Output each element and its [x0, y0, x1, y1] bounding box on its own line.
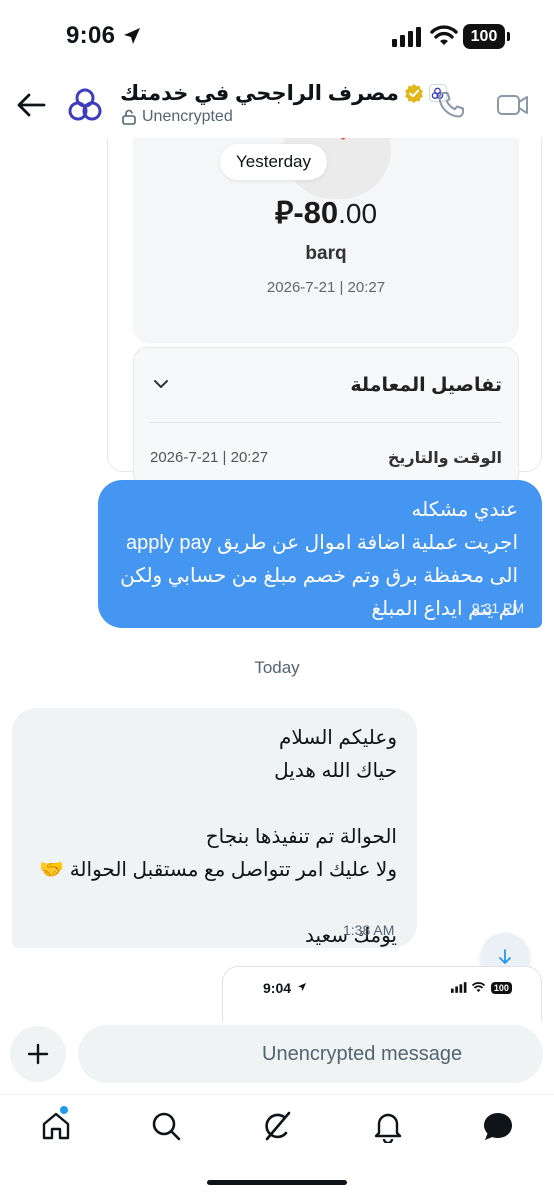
message-timestamp: 9:31 PM — [471, 600, 524, 616]
status-time: 9:06 — [66, 22, 116, 49]
message-line: حياك الله هديل — [274, 760, 397, 782]
phone-icon[interactable] — [436, 90, 466, 120]
transaction-date: 2026-7-21 | 20:27 — [266, 279, 386, 296]
message-timestamp: 1:38 AM — [343, 922, 395, 938]
preview-battery-level: 100 — [490, 981, 512, 994]
message-line — [12, 788, 397, 821]
chevron-down-icon[interactable] — [152, 378, 170, 390]
preview-signal-icon — [451, 982, 467, 994]
datetime-label: الوقت والتاريخ — [387, 450, 502, 467]
message-line: لم يتم ايداع المبلغ — [371, 598, 518, 620]
message-composer — [0, 1022, 554, 1088]
datetime-value: 2026-7-21 | 20:27 — [150, 449, 269, 466]
home-icon — [42, 1112, 70, 1140]
amount-decimal: .00 — [338, 198, 378, 229]
date-separator-today: Today — [254, 658, 300, 677]
cellular-signal-icon — [392, 27, 421, 47]
conversation-title: مصرف الراجحي في خدمتك — [120, 81, 399, 105]
receipt-summary: ⃁-80.00 barq 2026-7-21 | 20:27 — [133, 138, 519, 343]
amount-integer: -80 — [293, 195, 339, 230]
home-indicator — [207, 1180, 347, 1185]
date-separator-yesterday: Yesterday — [220, 144, 327, 180]
message-line: الى محفظة برق وتم خصم مبلغ من حسابي ولكن — [120, 565, 518, 587]
message-line — [12, 887, 397, 920]
plus-icon — [27, 1043, 49, 1065]
preview-location-arrow-icon — [298, 983, 306, 991]
wifi-icon — [430, 25, 458, 45]
message-line: اجريت عملية اضافة اموال عن طريق apply pa… — [126, 532, 518, 554]
message-line: وعليكم السلام — [279, 727, 397, 749]
transaction-amount: ⃁-80.00 — [133, 191, 519, 232]
message-line: يومك سعيد — [305, 925, 397, 947]
add-attachment-button[interactable] — [10, 1026, 66, 1082]
arrow-down-icon — [499, 949, 511, 964]
grok-icon — [265, 1111, 291, 1141]
transaction-details-panel[interactable]: تفاصيل المعاملة الوقت والتاريخ 2026-7-21… — [133, 347, 519, 487]
outgoing-message-bubble[interactable]: عندي مشكله اجريت عملية اضافة اموال عن طر… — [98, 480, 542, 628]
preview-wifi-icon — [472, 982, 486, 993]
tab-messages[interactable] — [481, 1109, 515, 1143]
encryption-status: Unencrypted — [122, 108, 233, 126]
details-divider — [150, 422, 502, 423]
tab-notifications[interactable] — [371, 1109, 405, 1145]
message-input[interactable] — [78, 1025, 543, 1083]
back-arrow-icon[interactable] — [14, 88, 48, 122]
message-line: الحوالة تم تنفيذها بنجاح — [205, 826, 397, 848]
tab-search[interactable] — [149, 1109, 183, 1143]
screenshot-image-preview[interactable]: 9:04 100 — [222, 966, 542, 1022]
location-arrow-icon — [124, 28, 140, 44]
encryption-label: Unencrypted — [142, 108, 233, 125]
bottom-tab-bar — [0, 1094, 554, 1156]
receipt-image-card[interactable]: ⃁-80.00 barq 2026-7-21 | 20:27 تفاصيل ال… — [107, 138, 542, 487]
details-title: تفاصيل المعاملة — [350, 375, 502, 396]
message-text: وعليكم السلام حياك الله هديل الحوالة تم … — [12, 722, 397, 953]
title-row[interactable]: مصرف الراجحي في خدمتك — [120, 80, 447, 106]
search-icon — [152, 1112, 181, 1141]
preview-status-icons: 100 — [451, 979, 512, 997]
currency-symbol: ⃁ — [274, 195, 294, 230]
incoming-message-bubble[interactable]: وعليكم السلام حياك الله هديل الحوالة تم … — [12, 708, 417, 948]
message-line: ولا عليك امر تتواصل مع مستقبل الحوالة 🤝 — [39, 859, 397, 881]
lock-open-icon — [122, 109, 136, 125]
alrajhi-logo-icon[interactable] — [66, 86, 104, 124]
conversation-header: مصرف الراجحي في خدمتك Unencrypted — [0, 72, 554, 138]
bell-icon — [374, 1113, 402, 1145]
preview-status-time: 9:04 — [263, 980, 292, 996]
message-line: عندي مشكله — [411, 499, 518, 521]
gold-verified-badge-icon — [404, 84, 423, 103]
tab-home[interactable] — [39, 1106, 73, 1143]
battery-level: 100 — [463, 24, 505, 49]
battery-tip — [507, 32, 510, 41]
merchant-name: barq — [305, 243, 347, 264]
video-camera-icon[interactable] — [496, 90, 530, 120]
status-bar: 9:06 100 — [0, 0, 554, 72]
notification-dot — [60, 1106, 68, 1114]
message-list[interactable]: ⃁-80.00 barq 2026-7-21 | 20:27 تفاصيل ال… — [0, 138, 554, 1022]
messages-icon — [484, 1113, 512, 1140]
message-text: عندي مشكله اجريت عملية اضافة اموال عن طر… — [118, 494, 518, 626]
tab-grok[interactable] — [260, 1109, 294, 1143]
